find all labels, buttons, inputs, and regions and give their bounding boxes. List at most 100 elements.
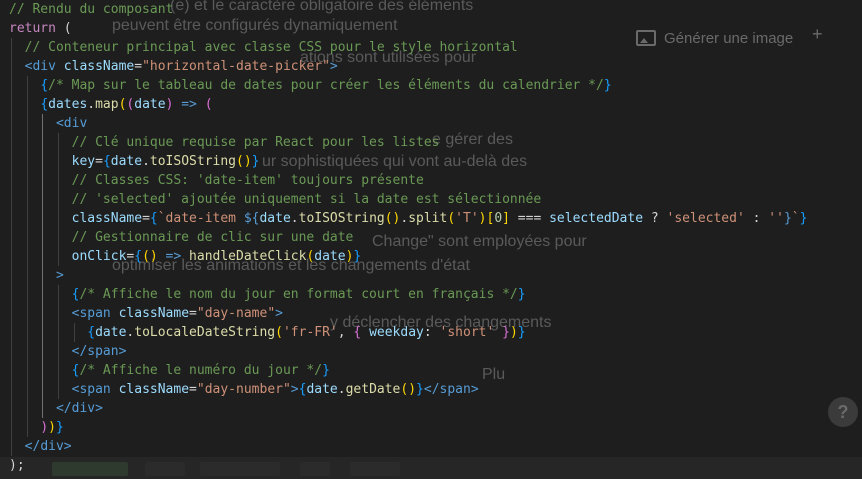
code-token: => [157, 249, 190, 264]
code-token: } [322, 363, 330, 378]
code-line[interactable]: return ( [9, 19, 72, 38]
code-token: className [63, 59, 135, 74]
code-token: { [40, 97, 49, 112]
code-line[interactable]: ); [9, 456, 25, 475]
code-token: } [416, 382, 424, 397]
code-token: } [517, 325, 526, 340]
code-token: => [173, 97, 205, 112]
code-token: div [71, 401, 96, 416]
code-token: // Classes CSS: 'date-item' toujours pré… [9, 173, 424, 188]
code-token: () [236, 154, 252, 169]
code-token: = [189, 306, 197, 321]
code-line[interactable]: </div> [9, 399, 103, 418]
code-token: date [95, 325, 127, 340]
code-token: = [189, 382, 197, 397]
code-line[interactable]: {/* Affiche le numéro du jour */} [9, 361, 330, 380]
code-line[interactable]: </div> [9, 437, 72, 456]
code-token: } [353, 249, 362, 264]
code-token: date [314, 249, 346, 264]
code-token: { [87, 325, 96, 340]
code-token: date [306, 382, 338, 397]
code-line[interactable]: <span className="day-number">{date.getDa… [9, 380, 479, 399]
code-token: /* Map sur le tableau de dates pour crée… [48, 78, 604, 93]
code-token: /* Affiche le nom du jour en format cour… [79, 287, 518, 302]
code-line[interactable]: // Classes CSS: 'date-item' toujours pré… [9, 171, 424, 190]
code-token: className [71, 211, 143, 226]
code-line[interactable]: {date.toLocaleDateString('fr-FR', { week… [9, 323, 526, 342]
code-line[interactable]: // Rendu du composant [9, 0, 173, 19]
code-line[interactable]: > [9, 266, 64, 285]
code-token: . [142, 154, 150, 169]
code-line[interactable]: key={date.toISOString()} [9, 152, 260, 171]
code-token: } [55, 420, 64, 435]
code-token: /* Affiche le numéro du jour */ [79, 363, 323, 378]
code-token: ( [204, 97, 213, 112]
code-line[interactable]: <div [9, 114, 87, 133]
code-line[interactable]: <span className="day-name"> [9, 304, 283, 323]
code-token: } [517, 287, 526, 302]
code-line[interactable]: // 'selected' ajoutée uniquement si la d… [9, 190, 542, 209]
code-line[interactable]: // Clé unique requise par React pour les… [9, 133, 440, 152]
code-token: < [9, 306, 80, 321]
code-token: () [142, 249, 158, 264]
code-token: { [40, 78, 49, 93]
code-token: ] [502, 211, 510, 226]
code-token: ` [791, 211, 800, 226]
code-token: "day-number" [196, 382, 291, 397]
code-line[interactable]: className={`date-item ${date.toISOString… [9, 209, 808, 228]
code-token: // Gestionnaire de clic sur une date [9, 230, 354, 245]
code-token: map [95, 97, 119, 112]
code-token: = [95, 154, 103, 169]
code-token: weekday [361, 325, 424, 340]
code-token: split [408, 211, 448, 226]
code-token: 'selected' [666, 211, 745, 226]
code-token: { [102, 154, 111, 169]
code-token: ) [48, 420, 56, 435]
code-token: > [63, 439, 72, 454]
code-token: handleDateClick [189, 249, 307, 264]
code-token: < [9, 59, 33, 74]
code-token: { [134, 249, 143, 264]
code-line[interactable]: ))} [9, 418, 64, 437]
code-token: } [783, 211, 792, 226]
code-editor[interactable]: // Rendu du composant return ( // Contene… [0, 0, 862, 479]
code-token: date [110, 154, 143, 169]
code-token: } [251, 154, 260, 169]
code-token: // Conteneur principal avec classe CSS p… [9, 40, 518, 55]
code-token: </ [423, 382, 440, 397]
code-token: } [799, 211, 808, 226]
code-line[interactable]: {dates.map((date) => ( [9, 95, 213, 114]
code-token: , [337, 325, 354, 340]
code-line[interactable]: {/* Affiche le nom du jour en format cou… [9, 285, 526, 304]
code-line[interactable]: {/* Map sur le tableau de dates pour cré… [9, 76, 611, 95]
code-token: > [118, 344, 127, 359]
code-token: div [63, 116, 88, 131]
code-line[interactable]: onClick={() => handleDateClick(date)} [9, 247, 362, 266]
code-token: 'T' [455, 211, 479, 226]
code-token: key [71, 154, 96, 169]
code-token: ${ [243, 211, 260, 226]
code-token: // Rendu du composant [9, 2, 174, 17]
code-token: date [134, 97, 166, 112]
code-line[interactable]: <div className="horizontal-date-picker"> [9, 57, 338, 76]
code-token: '' [768, 211, 784, 226]
code-token: > [329, 59, 338, 74]
code-token: </ [9, 344, 88, 359]
code-line[interactable]: // Gestionnaire de clic sur une date [9, 228, 354, 247]
code-token: </ [9, 439, 41, 454]
code-token: date [259, 211, 291, 226]
code-line[interactable]: </span> [9, 342, 127, 361]
code-token: 'short' [439, 325, 495, 340]
code-token: return [9, 21, 56, 36]
code-token: ); [9, 458, 25, 473]
code-line[interactable]: // Conteneur principal avec classe CSS p… [9, 38, 518, 57]
code-token: span [439, 382, 471, 397]
